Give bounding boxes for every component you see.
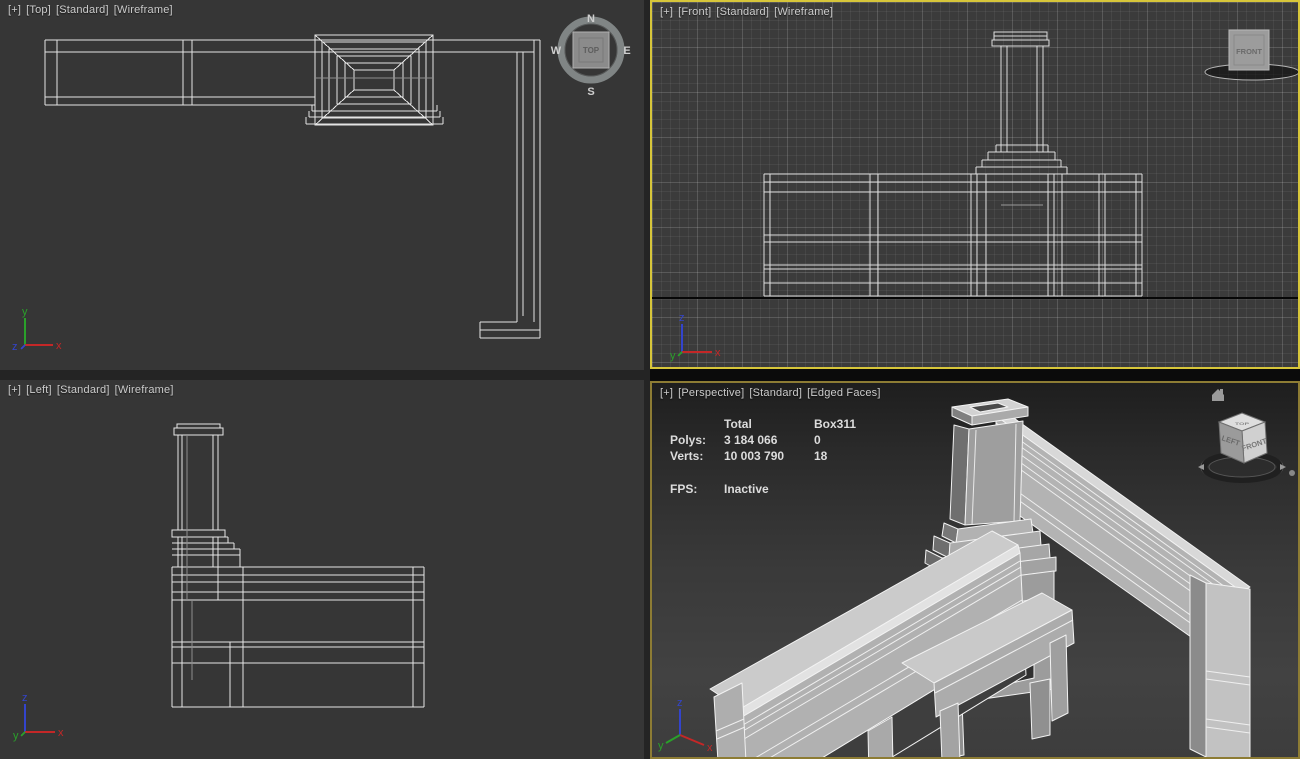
compass-east: E bbox=[623, 45, 630, 57]
viewport-front-label: [+] [Front] [Standard] [Wireframe] bbox=[660, 6, 838, 18]
viewcube-top-face-label: TOP bbox=[583, 46, 600, 55]
ring-rotate-arrows[interactable] bbox=[1198, 464, 1286, 470]
viewcube-option-dot[interactable] bbox=[1289, 470, 1295, 476]
viewport-menu-plus[interactable]: [+] bbox=[660, 6, 673, 18]
stats-verts-object: 18 bbox=[814, 448, 856, 464]
viewport-menu-renderer[interactable]: [Standard] bbox=[56, 4, 109, 16]
viewport-perspective-label: [+] [Perspective] [Standard] [Edged Faces] bbox=[660, 387, 886, 399]
axis-z-label: z bbox=[677, 697, 683, 709]
viewport-left-label: [+] [Left] [Standard] [Wireframe] bbox=[8, 384, 179, 396]
stats-verts-label: Verts: bbox=[670, 448, 708, 464]
axis-tripod-top bbox=[21, 318, 53, 349]
viewport-grid: [+] [Top] [Standard] [Wireframe] bbox=[0, 0, 1300, 759]
axis-tripod-front bbox=[678, 324, 712, 356]
axis-tripod-left bbox=[21, 704, 55, 736]
viewport-menu-plus[interactable]: [+] bbox=[8, 4, 21, 16]
viewcube-perspective[interactable]: TOP FRONT LEFT bbox=[1192, 383, 1298, 495]
viewcube-front-face-label: FRONT bbox=[1236, 47, 1262, 56]
viewport-menu-plus[interactable]: [+] bbox=[660, 387, 673, 399]
compass-west: W bbox=[551, 45, 562, 57]
axis-y-label: y bbox=[13, 730, 19, 742]
viewport-perspective[interactable]: [+][Perspective][Standard][Edged Faces] … bbox=[650, 381, 1300, 759]
stats-fps-value: Inactive bbox=[724, 481, 856, 497]
left-wireframe-canvas: z x y bbox=[0, 380, 644, 759]
axis-y-label: y bbox=[670, 350, 676, 362]
viewport-menu-renderer[interactable]: [Standard] bbox=[749, 387, 802, 399]
axis-z-label: z bbox=[12, 341, 18, 353]
viewport-menu-view[interactable]: [Left] bbox=[26, 384, 52, 396]
axis-x-label: x bbox=[56, 340, 62, 352]
stats-verts-total: 10 003 790 bbox=[724, 448, 798, 464]
viewport-menu-shading[interactable]: [Edged Faces] bbox=[807, 387, 881, 399]
stats-polys-total: 3 184 066 bbox=[724, 432, 798, 448]
stats-polys-object: 0 bbox=[814, 432, 856, 448]
viewcube-top[interactable]: N W E S TOP bbox=[546, 5, 641, 100]
viewport-menu-shading[interactable]: [Wireframe] bbox=[774, 6, 833, 18]
stats-fps-label: FPS: bbox=[670, 481, 708, 497]
viewport-left[interactable]: [+] [Left] [Standard] [Wireframe] bbox=[0, 380, 644, 759]
compass-north: N bbox=[587, 13, 595, 25]
axis-y-label: y bbox=[22, 306, 28, 318]
viewport-menu-plus[interactable]: [+] bbox=[8, 384, 21, 396]
axis-x-label: x bbox=[58, 727, 64, 739]
viewcube-front[interactable]: FRONT bbox=[1197, 27, 1300, 89]
axis-y-label: y bbox=[658, 740, 664, 752]
viewport-menu-view[interactable]: [Perspective] bbox=[678, 387, 744, 399]
stats-col-total: Total bbox=[724, 416, 798, 432]
stats-col-object: Box311 bbox=[814, 416, 856, 432]
axis-x-label: x bbox=[715, 347, 721, 359]
viewcube-top-face-label: TOP bbox=[1235, 422, 1250, 426]
viewport-menu-view[interactable]: [Top] bbox=[26, 4, 51, 16]
stats-panel: Total Box311 Polys: 3 184 066 0 Verts: 1… bbox=[670, 416, 856, 497]
viewport-menu-view[interactable]: [Front] bbox=[678, 6, 711, 18]
viewport-menu-renderer[interactable]: [Standard] bbox=[57, 384, 110, 396]
viewport-menu-shading[interactable]: [Wireframe] bbox=[115, 384, 174, 396]
viewport-menu-renderer[interactable]: [Standard] bbox=[716, 6, 769, 18]
viewport-front[interactable]: [+] [Front] [Standard] [Wireframe] bbox=[650, 0, 1300, 369]
compass-south: S bbox=[587, 86, 594, 98]
viewport-divider[interactable] bbox=[650, 369, 1300, 381]
viewport-top-label: [+] [Top] [Standard] [Wireframe] bbox=[8, 4, 178, 16]
viewport-top[interactable]: [+] [Top] [Standard] [Wireframe] bbox=[0, 0, 644, 370]
axis-z-label: z bbox=[22, 692, 28, 704]
axis-z-label: z bbox=[679, 312, 685, 324]
stats-polys-label: Polys: bbox=[670, 432, 708, 448]
axis-tripod-perspective bbox=[666, 709, 704, 745]
axis-x-label: x bbox=[707, 742, 713, 754]
home-icon[interactable] bbox=[1212, 389, 1224, 401]
viewport-menu-shading[interactable]: [Wireframe] bbox=[114, 4, 173, 16]
